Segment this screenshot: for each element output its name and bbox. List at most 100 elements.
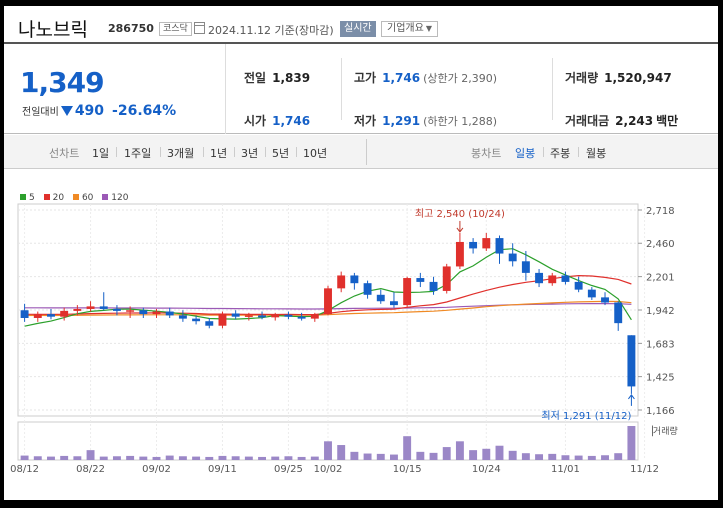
- amount-value: 2,243: [615, 114, 654, 128]
- x-tick-label: 09/02: [142, 464, 171, 475]
- prev-close-label: 전일: [244, 71, 267, 85]
- candle-body: [86, 306, 95, 309]
- volume-bar: [139, 456, 148, 460]
- volume-bar: [442, 447, 451, 460]
- x-tick-label: 09/25: [274, 464, 303, 475]
- high-value: 1,746: [382, 71, 421, 85]
- volume-bar: [99, 456, 108, 460]
- legend-label: 60: [81, 193, 94, 203]
- tab-separator: [234, 147, 235, 157]
- down-triangle-icon: [60, 106, 73, 116]
- chart-svg: 2,718 2,460 2,201 1,942 1,683 1,425 1,166 08/12…: [10, 203, 678, 475]
- volume-bar: [60, 455, 69, 460]
- volume-bar: [521, 453, 530, 460]
- low-label: 저가: [354, 114, 377, 128]
- candle-body: [548, 275, 557, 284]
- tab-weekly[interactable]: 주봉: [550, 145, 570, 161]
- candle-body: [310, 314, 319, 319]
- volume-label: ▕거래량: [646, 425, 678, 437]
- candle-body: [561, 275, 570, 282]
- candle-body: [20, 310, 29, 318]
- change-amount: 490: [74, 103, 105, 119]
- prev-close-stat: 전일 1,839: [244, 69, 310, 86]
- candle-body: [350, 275, 359, 284]
- change-rate: -26.64%: [112, 103, 177, 119]
- tab-daily[interactable]: 일봉: [515, 145, 535, 161]
- current-price: 1,349: [20, 66, 105, 99]
- candle-body: [73, 308, 82, 311]
- volume-bar: [495, 445, 504, 460]
- volume-bar: [258, 456, 266, 460]
- tab-1year[interactable]: 1년: [210, 145, 227, 161]
- volume-bar: [244, 456, 253, 460]
- candle-body: [482, 238, 491, 249]
- y-tick-label: 2,201: [646, 273, 675, 284]
- tab-separator: [160, 147, 161, 157]
- x-tick-label: 11/01: [551, 464, 580, 475]
- y-tick-label: 1,425: [646, 373, 675, 384]
- x-tick-label: 08/22: [76, 464, 105, 475]
- y-tick-label: 2,460: [646, 239, 675, 250]
- open-stat: 시가 1,746: [244, 112, 310, 129]
- stock-chart-widget: 나노브릭 286750 코스닥 2024.11.12 기준(장마감) 실시간 기…: [4, 6, 718, 500]
- tab-1day[interactable]: 1일: [92, 145, 109, 161]
- realtime-button[interactable]: 실시간: [340, 21, 376, 37]
- candle-body: [284, 314, 293, 317]
- candle-body: [376, 294, 385, 302]
- company-info-label: 기업개요: [387, 23, 424, 34]
- tab-3month[interactable]: 3개월: [167, 145, 194, 161]
- candle-body: [363, 283, 372, 295]
- legend-label: 120: [111, 193, 129, 203]
- candle-body: [495, 238, 504, 254]
- x-tick-label: 10/15: [393, 464, 422, 475]
- volume-bar: [86, 450, 95, 460]
- volume-bar: [20, 455, 29, 460]
- volume-bar: [337, 445, 346, 460]
- tab-10year[interactable]: 10년: [303, 145, 327, 161]
- open-value: 1,746: [272, 114, 311, 128]
- candle-body: [271, 314, 280, 318]
- line-chart-label: 선차트: [49, 147, 80, 160]
- lower-limit: (하한가 1,288): [423, 115, 497, 128]
- candle-body: [574, 281, 583, 290]
- upper-limit: (상한가 2,390): [423, 72, 497, 85]
- tab-separator: [203, 147, 204, 157]
- amount-label: 거래대금: [565, 114, 610, 128]
- volume-bar: [205, 456, 214, 460]
- legend-ma120: 120: [102, 193, 128, 203]
- low-stat: 저가 1,291 (하한가 1,288): [354, 112, 497, 129]
- x-tick-label: 09/11: [208, 464, 237, 475]
- base-date: 2024.11.12 기준(장마감): [208, 22, 334, 38]
- candle-body: [231, 313, 240, 317]
- candle-body: [390, 301, 398, 306]
- volume-bar: [455, 441, 464, 460]
- volume-bar: [627, 426, 636, 460]
- y-tick-label: 1,166: [646, 406, 675, 417]
- volume-bar: [574, 455, 583, 460]
- tab-3year[interactable]: 3년: [241, 145, 258, 161]
- x-tick-label: 08/12: [10, 464, 39, 475]
- company-info-button[interactable]: 기업개요 ▼: [381, 21, 438, 37]
- high-stat: 고가 1,746 (상한가 2,390): [354, 69, 497, 86]
- tab-5year[interactable]: 5년: [272, 145, 289, 161]
- candle-body: [521, 261, 530, 273]
- max-annotation: 최고 2,540 (10/24): [415, 208, 505, 220]
- tab-separator: [296, 147, 297, 157]
- volume-bar: [297, 456, 306, 460]
- chart-legend: 5 20 60 120: [20, 193, 134, 203]
- legend-swatch: [102, 194, 109, 200]
- y-tick-label: 1,683: [646, 339, 675, 350]
- candle-body: [324, 288, 332, 315]
- candle-body: [429, 281, 438, 291]
- calendar-icon: [194, 22, 205, 34]
- min-annotation: 최저 1,291 (11/12): [541, 410, 631, 422]
- tab-1week[interactable]: 1주일: [124, 145, 151, 161]
- candlestick-chart[interactable]: 5 20 60 120 2,718 2,460 2,201 1,942 1,683 1,4…: [4, 170, 718, 500]
- period-bar: 선차트 1일 1주일 3개월 1년 3년 5년 10년 봉차트 일봉 주봉 월봉: [4, 135, 718, 169]
- candle-body: [33, 314, 42, 318]
- volume-bar: [33, 456, 42, 460]
- candle-body: [218, 313, 227, 326]
- tab-monthly[interactable]: 월봉: [586, 145, 606, 161]
- market-badge: 코스닥: [159, 22, 192, 36]
- tab-separator: [265, 147, 266, 157]
